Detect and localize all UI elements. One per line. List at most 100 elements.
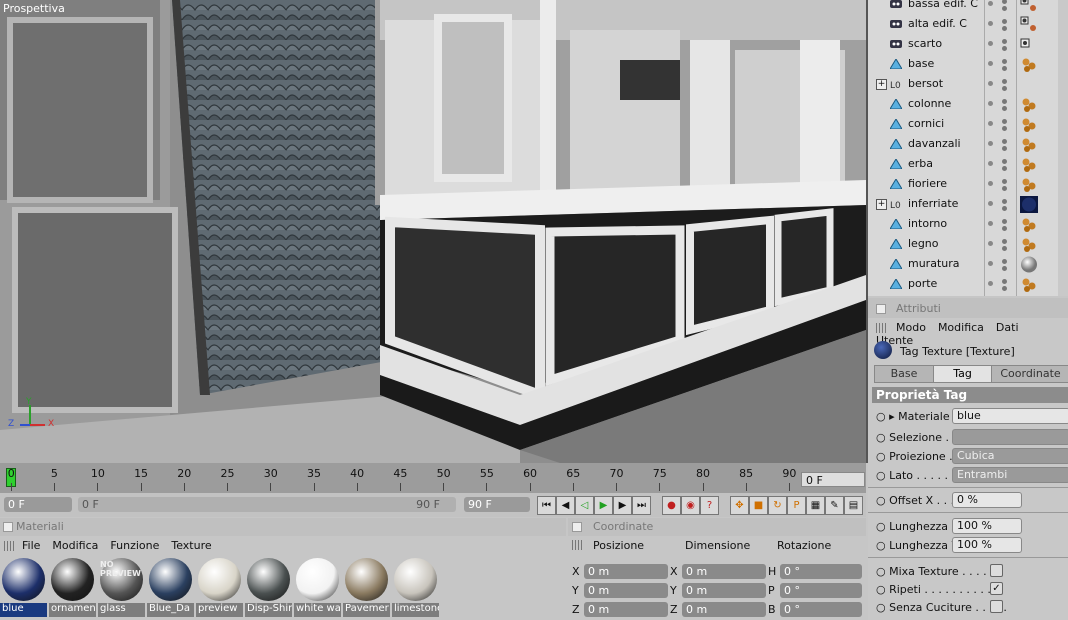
menu-modo[interactable]: Modo — [896, 321, 926, 334]
layer-dot[interactable] — [988, 161, 993, 166]
editor-visibility-dot[interactable] — [1002, 19, 1007, 24]
offsetx-field[interactable]: 0 % — [952, 492, 1022, 508]
lunghezzay-field[interactable]: 100 % — [952, 537, 1022, 553]
rotation-field[interactable]: 0 ° — [780, 602, 862, 617]
blue-material-tag-icon[interactable] — [1020, 196, 1038, 213]
texture-tag-icon[interactable] — [1020, 276, 1038, 293]
start-frame-field[interactable]: 0 F — [4, 497, 72, 512]
object-row[interactable]: base — [868, 54, 1068, 74]
play-button[interactable]: ▶ — [594, 496, 613, 515]
render-visibility-dot[interactable] — [1002, 6, 1007, 11]
material-swatch[interactable]: Disp-Shir — [245, 558, 292, 620]
frame-range-slider[interactable]: 0 F 90 F — [78, 497, 456, 512]
selezione-field[interactable] — [952, 429, 1068, 445]
prev-frame-button[interactable]: ◀ — [556, 496, 575, 515]
material-swatch[interactable]: limestone — [392, 558, 439, 620]
layer-dot[interactable] — [988, 281, 993, 286]
render-visibility-dot[interactable] — [1002, 286, 1007, 291]
rotation-field[interactable]: 0 ° — [780, 564, 862, 579]
material-swatch[interactable]: preview — [196, 558, 243, 620]
layer-dot[interactable] — [988, 221, 993, 226]
editor-visibility-dot[interactable] — [1002, 159, 1007, 164]
panel-grip-icon[interactable] — [3, 522, 13, 532]
material-swatch[interactable]: Pavemer — [343, 558, 390, 620]
keyframe-help-icon[interactable]: ? — [700, 496, 719, 515]
editor-visibility-dot[interactable] — [1002, 179, 1007, 184]
timeline[interactable]: 0 5 10 15 20 25 30 35 40 45 50 55 60 65 70 75 80 85 90 0 F — [0, 463, 866, 493]
expand-icon[interactable]: + — [876, 199, 887, 210]
size-field[interactable]: 0 m — [682, 583, 766, 598]
layer-dot[interactable] — [988, 21, 993, 26]
render-visibility-dot[interactable] — [1002, 206, 1007, 211]
object-row[interactable]: davanzali — [868, 134, 1068, 154]
editor-visibility-dot[interactable] — [1002, 199, 1007, 204]
object-row[interactable]: legno — [868, 234, 1068, 254]
layer-dot[interactable] — [988, 1, 993, 6]
layer-dot[interactable] — [988, 61, 993, 66]
object-row[interactable]: fioriere — [868, 174, 1068, 194]
render-visibility-dot[interactable] — [1002, 166, 1007, 171]
layer-dot[interactable] — [988, 121, 993, 126]
layer-dot[interactable] — [988, 201, 993, 206]
rotation-field[interactable]: 0 ° — [780, 583, 862, 598]
perspective-viewport[interactable]: Prospettiva Z Y X — [0, 0, 868, 463]
object-row[interactable]: bassa edif. C — [868, 0, 1068, 14]
object-row[interactable]: scarto — [868, 34, 1068, 54]
go-to-start-button[interactable]: ⏮ — [537, 496, 556, 515]
editor-visibility-dot[interactable] — [1002, 0, 1007, 4]
multi-tag-icon[interactable] — [1020, 0, 1038, 13]
material-swatch[interactable]: NO PREVIEW glass — [98, 558, 145, 620]
rotate-key-icon[interactable]: ↻ — [768, 496, 787, 515]
render-visibility-dot[interactable] — [1002, 246, 1007, 251]
go-to-end-button[interactable]: ⏭ — [632, 496, 651, 515]
object-row[interactable]: alta edif. C — [868, 14, 1068, 34]
cursor-icon[interactable]: ✎ — [825, 496, 844, 515]
senza-checkbox[interactable] — [990, 600, 1003, 613]
editor-visibility-dot[interactable] — [1002, 119, 1007, 124]
texture-tag-icon[interactable] — [1020, 156, 1038, 173]
object-row[interactable]: muratura — [868, 254, 1068, 274]
material-swatch[interactable]: blue — [0, 558, 47, 620]
size-field[interactable]: 0 m — [682, 602, 766, 617]
render-visibility-dot[interactable] — [1002, 46, 1007, 51]
next-frame-button[interactable]: ▶ — [613, 496, 632, 515]
texture-tag-icon[interactable] — [1020, 176, 1038, 193]
object-row[interactable]: erba — [868, 154, 1068, 174]
editor-visibility-dot[interactable] — [1002, 99, 1007, 104]
menu-funzione[interactable]: Funzione — [110, 539, 159, 552]
menu-texture[interactable]: Texture — [171, 539, 211, 552]
object-row[interactable]: colonne — [868, 94, 1068, 114]
material-swatch[interactable]: ornamen — [49, 558, 96, 620]
play-reverse-button[interactable]: ◁ — [575, 496, 594, 515]
layer-dot[interactable] — [988, 81, 993, 86]
record-button[interactable]: ● — [662, 496, 681, 515]
texture-tag-icon[interactable] — [1020, 136, 1038, 153]
layer-dot[interactable] — [988, 101, 993, 106]
object-row[interactable]: + L0 inferriate — [868, 194, 1068, 214]
panel-grip-icon[interactable] — [572, 522, 582, 532]
object-row[interactable]: intorno — [868, 214, 1068, 234]
texture-tag-icon[interactable] — [1020, 96, 1038, 113]
editor-visibility-dot[interactable] — [1002, 139, 1007, 144]
menu-modifica[interactable]: Modifica — [52, 539, 98, 552]
editor-visibility-dot[interactable] — [1002, 59, 1007, 64]
scale-key-icon[interactable]: ■ — [749, 496, 768, 515]
ripeti-checkbox[interactable]: ✓ — [990, 582, 1003, 595]
render-visibility-dot[interactable] — [1002, 86, 1007, 91]
panel-grip-icon[interactable] — [876, 304, 886, 314]
position-field[interactable]: 0 m — [584, 583, 668, 598]
tab-tag[interactable]: Tag — [933, 365, 992, 383]
menu-modifica[interactable]: Modifica — [938, 321, 984, 334]
layer-dot[interactable] — [988, 41, 993, 46]
end-frame-field[interactable]: 90 F — [464, 497, 530, 512]
lato-select[interactable]: Entrambi — [952, 467, 1068, 483]
texture-tag-icon[interactable] — [1020, 116, 1038, 133]
object-scrollbar[interactable] — [1058, 0, 1068, 296]
render-visibility-dot[interactable] — [1002, 126, 1007, 131]
tab-coordinate[interactable]: Coordinate — [991, 365, 1068, 383]
position-field[interactable]: 0 m — [584, 602, 668, 617]
multi-tag-icon[interactable] — [1020, 16, 1038, 33]
editor-visibility-dot[interactable] — [1002, 259, 1007, 264]
material-swatch[interactable]: Blue_Da — [147, 558, 194, 620]
settings-icon[interactable]: ▤ — [844, 496, 863, 515]
